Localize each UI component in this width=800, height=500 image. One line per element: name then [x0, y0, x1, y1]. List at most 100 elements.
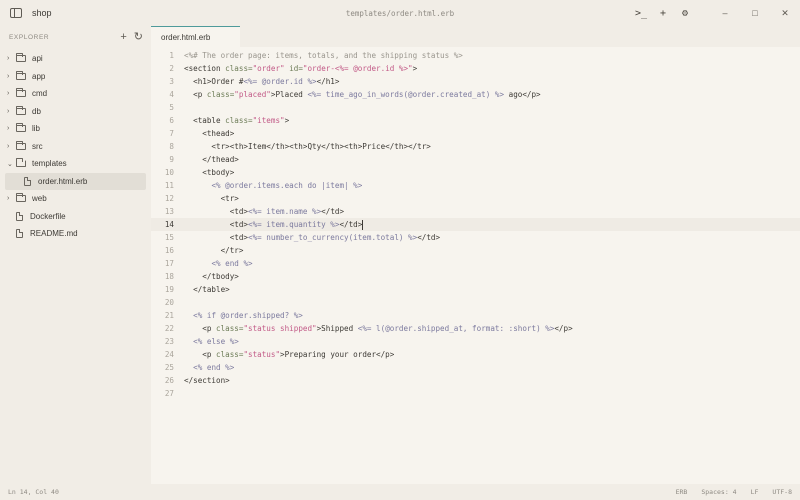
chevron-right-icon: › — [7, 142, 10, 150]
tree-folder[interactable]: › db — [0, 103, 151, 121]
code-line[interactable]: 3 <h1>Order #<%= @order.id %></h1> — [151, 75, 800, 88]
code-token: <%= item.quantity %> — [248, 220, 340, 229]
tree-item-label: Dockerfile — [30, 211, 66, 221]
chevron-right-icon: › — [7, 107, 10, 115]
code-line[interactable]: 22 <p class="status shipped">Shipped <%=… — [151, 322, 800, 335]
code-token: <%# The order page: items, totals, and t… — [184, 51, 463, 60]
code-line[interactable]: 16 </tr> — [151, 244, 800, 257]
tree-item-label: app — [32, 71, 46, 81]
encoding[interactable]: UTF-8 — [772, 488, 792, 496]
tree-folder[interactable]: › api — [0, 50, 151, 68]
line-number: 3 — [169, 77, 174, 86]
code-token: </td> — [339, 220, 363, 229]
code-token: >Placed — [270, 90, 308, 99]
line-number: 22 — [164, 324, 174, 333]
settings-button[interactable]: ⚙ — [674, 0, 696, 26]
line-number: 4 — [169, 90, 174, 99]
chevron-right-icon: › — [7, 55, 10, 63]
code-text: </thead> — [184, 153, 239, 166]
code-line[interactable]: 15 <td><%= number_to_currency(item.total… — [151, 231, 800, 244]
app-name: shop — [32, 8, 52, 18]
code-line[interactable]: 7 <thead> — [151, 127, 800, 140]
new-button[interactable]: + — [652, 0, 674, 26]
code-text: <tr><th>Item</th><th>Qty</th><th>Price</… — [184, 140, 430, 153]
code-token: <table — [184, 116, 226, 125]
code-token: <thead> — [184, 129, 235, 138]
code-line[interactable]: 12 <tr> — [151, 192, 800, 205]
code-text: <p class="status">Preparing your order</… — [184, 348, 394, 361]
code-text: <% else %> — [184, 335, 239, 348]
tree-file[interactable]: README.md — [0, 225, 151, 243]
tree-folder[interactable]: › src — [0, 138, 151, 156]
code-line[interactable]: 19 </table> — [151, 283, 800, 296]
terminal-button[interactable]: >_ — [630, 0, 652, 26]
code-line[interactable]: 17 <% end %> — [151, 257, 800, 270]
code-token: "placed" — [234, 90, 271, 99]
language-mode[interactable]: ERB — [676, 488, 688, 496]
code-text: <td><%= number_to_currency(item.total) %… — [184, 231, 440, 244]
code-token: "status shipped" — [243, 324, 317, 333]
code-line[interactable]: 11 <% @order.items.each do |item| %> — [151, 179, 800, 192]
code-token: class= — [225, 64, 253, 73]
code-token: <tbody> — [184, 168, 235, 177]
code-text: <table class="items"> — [184, 114, 289, 127]
refresh-button[interactable]: ↻ — [134, 31, 143, 43]
code-text: </tr> — [184, 244, 244, 257]
code-token: </h1> — [316, 77, 340, 86]
code-token: <%= number_to_currency(item.total) %> — [248, 233, 418, 242]
code-line[interactable]: 9 </thead> — [151, 153, 800, 166]
code-editor[interactable]: 1 <%# The order page: items, totals, and … — [151, 47, 800, 484]
maximize-button[interactable]: □ — [740, 0, 770, 26]
code-line[interactable]: 13 <td><%= item.name %></td> — [151, 205, 800, 218]
tree-folder[interactable]: ⌄ templates — [0, 155, 151, 173]
cursor-position[interactable]: Ln 14, Col 40 — [8, 488, 59, 496]
code-line[interactable]: 23 <% else %> — [151, 335, 800, 348]
code-line[interactable]: 5 — [151, 101, 800, 114]
code-token: ago</p> — [504, 90, 541, 99]
code-token: </td> — [417, 233, 441, 242]
code-token: <%= @order.id %> — [243, 77, 317, 86]
code-line[interactable]: 14 <td><%= item.quantity %></td> — [151, 218, 800, 231]
code-line[interactable]: 10 <tbody> — [151, 166, 800, 179]
code-token: <p — [184, 90, 207, 99]
line-ending[interactable]: LF — [751, 488, 759, 496]
minimize-button[interactable]: – — [710, 0, 740, 26]
close-button[interactable]: ✕ — [770, 0, 800, 26]
code-line[interactable]: 18 </tbody> — [151, 270, 800, 283]
code-token: <td> — [184, 207, 249, 216]
code-line[interactable]: 4 <p class="placed">Placed <%= time_ago_… — [151, 88, 800, 101]
code-line[interactable]: 20 — [151, 296, 800, 309]
code-line[interactable]: 24 <p class="status">Preparing your orde… — [151, 348, 800, 361]
code-line[interactable]: 2 <section class="order" id="order-<%= @o… — [151, 62, 800, 75]
code-line[interactable]: 26 </section> — [151, 374, 800, 387]
code-token: > — [412, 64, 418, 73]
code-token: <% if @order.shipped? %> — [193, 311, 303, 320]
tree-file[interactable]: order.html.erb — [5, 172, 146, 190]
new-file-button[interactable]: + — [120, 31, 126, 43]
code-line[interactable]: 1 <%# The order page: items, totals, and … — [151, 49, 800, 62]
code-text: <p class="placed">Placed <%= time_ago_in… — [184, 88, 541, 101]
tree-folder[interactable]: › lib — [0, 120, 151, 138]
sidebar-toggle-icon[interactable] — [10, 8, 22, 18]
tree-file[interactable]: Dockerfile — [0, 208, 151, 226]
code-line[interactable]: 21 <% if @order.shipped? %> — [151, 309, 800, 322]
code-line[interactable]: 6 <table class="items"> — [151, 114, 800, 127]
tree-folder[interactable]: › cmd — [0, 85, 151, 103]
tab-order-html-erb[interactable]: order.html.erb — [151, 26, 240, 47]
tree-folder[interactable]: › web — [0, 190, 151, 208]
tree-folder[interactable]: › app — [0, 68, 151, 86]
code-token: >Preparing your order</p> — [280, 350, 395, 359]
line-number: 14 — [164, 220, 174, 229]
code-line[interactable]: 8 <tr><th>Item</th><th>Qty</th><th>Price… — [151, 140, 800, 153]
code-token: "status" — [243, 350, 281, 359]
tree-item-label: README.md — [30, 229, 78, 239]
chevron-right-icon: › — [7, 90, 10, 98]
text-cursor — [362, 220, 364, 230]
code-line[interactable]: 25 <% end %> — [151, 361, 800, 374]
indentation[interactable]: Spaces: 4 — [701, 488, 736, 496]
code-line[interactable]: 27 — [151, 387, 800, 400]
